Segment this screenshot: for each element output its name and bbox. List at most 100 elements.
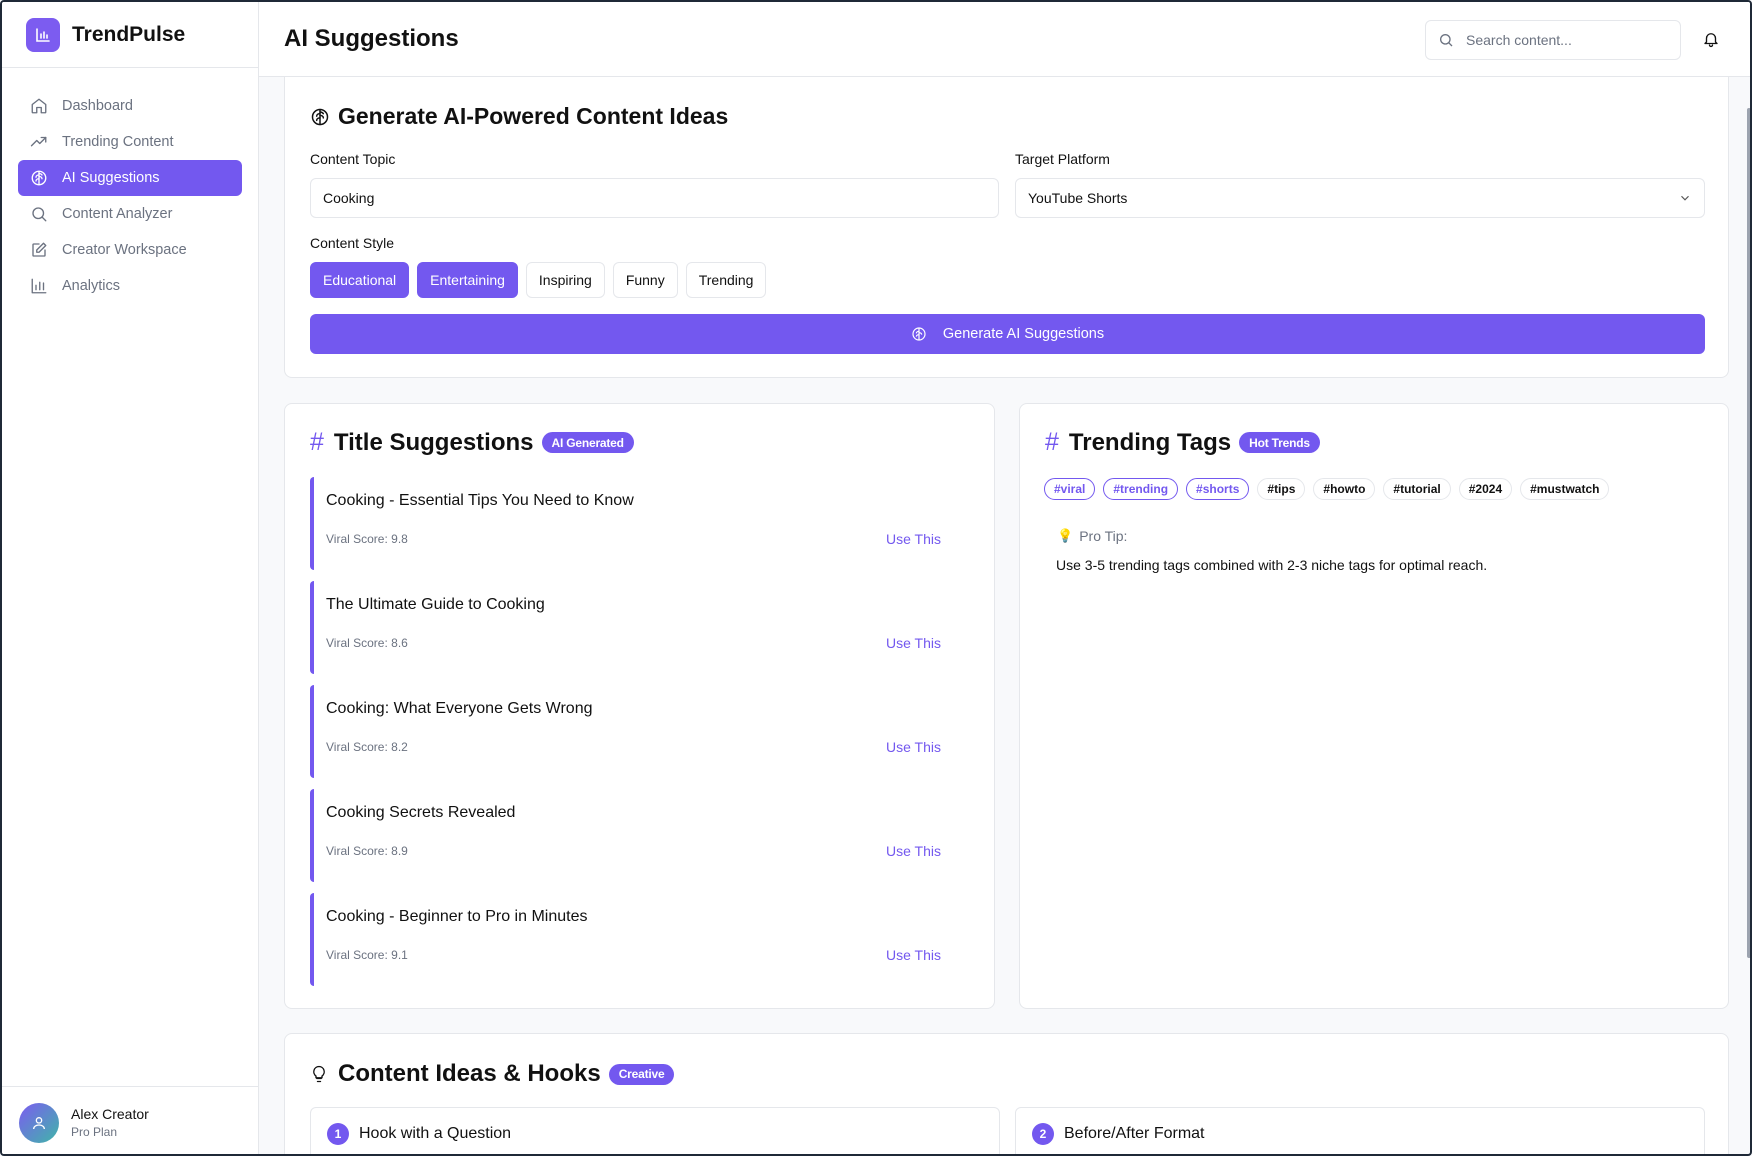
list-item: Cooking - Beginner to Pro in Minutes Vir… [310,893,950,986]
style-funny-button[interactable]: Funny [612,262,678,298]
tag-tutorial[interactable]: #tutorial [1383,478,1451,500]
idea-card[interactable]: 2 Before/After Format [1015,1107,1705,1154]
title-suggestions-heading: # Title Suggestions AI Generated [310,428,634,457]
list-item: Cooking - Essential Tips You Need to Kno… [310,477,950,570]
title-suggestions-heading-text: Title Suggestions [333,428,534,456]
viral-score: Viral Score: 8.6 [326,636,408,650]
sidebar-item-label: Dashboard [62,98,133,114]
tag-shorts[interactable]: #shorts [1186,478,1250,500]
scrollbar-thumb[interactable] [1747,108,1750,958]
style-entertaining-button[interactable]: Entertaining [417,262,518,298]
topic-input[interactable]: Cooking [310,178,999,218]
tag-list: #viral #trending #shorts #tips #howto #t… [1044,478,1617,500]
platform-value: YouTube Shorts [1028,190,1128,206]
tag-trending[interactable]: #trending [1103,478,1179,500]
tag-tips[interactable]: #tips [1257,478,1306,500]
search-box[interactable] [1425,20,1681,60]
tag-mustwatch[interactable]: #mustwatch [1520,478,1610,500]
lightbulb-icon: 💡 [1057,528,1074,543]
search-icon [32,207,47,222]
trending-up-icon [30,136,47,147]
topic-label: Content Topic [310,151,396,167]
sidebar-item-dashboard[interactable]: Dashboard [18,88,242,124]
hot-trends-badge: Hot Trends [1239,432,1320,453]
use-this-button[interactable]: Use This [886,739,941,755]
viral-score: Viral Score: 8.9 [326,844,408,858]
idea-number: 1 [327,1123,349,1145]
generate-suggestions-button[interactable]: Generate AI Suggestions [310,314,1705,354]
content-ideas-heading-text: Content Ideas & Hooks [338,1060,601,1087]
search-input[interactable] [1466,32,1666,48]
idea-card[interactable]: 1 Hook with a Question [310,1107,1000,1154]
list-item: Cooking Secrets Revealed Viral Score: 8.… [310,789,950,882]
suggested-title: Cooking: What Everyone Gets Wrong [326,700,593,717]
bell-icon [1704,33,1718,48]
use-this-button[interactable]: Use This [886,843,941,859]
tag-viral[interactable]: #viral [1044,478,1096,500]
trending-tags-card: # Trending Tags Hot Trends #viral #trend… [1019,403,1729,1009]
user-name: Alex Creator [71,1106,149,1122]
suggested-title: Cooking - Essential Tips You Need to Kno… [326,492,634,509]
content-ideas-card: Content Ideas & Hooks Creative 1 Hook wi… [284,1033,1729,1154]
suggested-title: The Ultimate Guide to Cooking [326,596,545,613]
ai-generated-badge: AI Generated [541,432,634,453]
bar-chart-icon [31,278,47,294]
app-window: TrendPulse Dashboard Trending Content AI… [0,0,1752,1156]
use-this-button[interactable]: Use This [886,635,941,651]
list-item: Cooking: What Everyone Gets Wrong Viral … [310,685,950,778]
viral-score: Viral Score: 9.8 [326,532,408,546]
title-suggestions-card: # Title Suggestions AI Generated Cooking… [284,403,995,1009]
tag-howto[interactable]: #howto [1313,478,1376,500]
trending-tags-heading: # Trending Tags Hot Trends [1045,428,1320,457]
sidebar-item-label: Creator Workspace [62,242,187,258]
sidebar-item-label: Content Analyzer [62,206,173,222]
sidebar-item-content-analyzer[interactable]: Content Analyzer [18,196,242,232]
sidebar-item-label: Trending Content [62,134,174,150]
list-item: The Ultimate Guide to Cooking Viral Scor… [310,581,950,674]
trending-tags-heading-text: Trending Tags [1068,428,1232,456]
sidebar-item-creator-workspace[interactable]: Creator Workspace [18,232,242,268]
pro-tip-label: 💡 Pro Tip: [1057,528,1127,544]
brand: TrendPulse [2,2,258,68]
hash-icon: # [1045,428,1059,456]
topic-value: Cooking [323,190,375,206]
suggested-title: Cooking Secrets Revealed [326,804,516,821]
brand-name: TrendPulse [72,22,186,46]
sidebar-item-label: AI Suggestions [62,170,160,186]
brain-icon [311,108,329,125]
user-profile[interactable]: Alex Creator Pro Plan [2,1086,258,1154]
sidebar-item-ai-suggestions[interactable]: AI Suggestions [18,160,242,196]
pro-tip-label-text: Pro Tip: [1079,528,1128,544]
generator-card: Generate AI-Powered Content Ideas Conten… [284,77,1729,378]
use-this-button[interactable]: Use This [886,531,941,547]
style-inspiring-button[interactable]: Inspiring [525,262,605,298]
chevron-down-icon [1678,191,1692,208]
idea-number: 2 [1032,1123,1054,1145]
style-options: Educational Entertaining Inspiring Funny… [310,262,774,298]
top-header: AI Suggestions [259,2,1750,77]
suggested-title: Cooking - Beginner to Pro in Minutes [326,908,588,925]
page-title: AI Suggestions [284,25,459,52]
platform-label: Target Platform [1015,151,1110,167]
idea-title: Before/After Format [1064,1125,1205,1142]
viral-score: Viral Score: 9.1 [326,948,408,962]
style-trending-button[interactable]: Trending [685,262,767,298]
notification-bell[interactable] [1702,30,1720,53]
generator-title: Generate AI-Powered Content Ideas [310,103,728,130]
brain-icon [31,170,47,186]
brain-icon [912,327,926,341]
platform-select[interactable]: YouTube Shorts [1015,178,1705,218]
scrollbar[interactable] [1747,78,1750,1154]
lightbulb-icon [313,1065,325,1083]
hash-icon: # [310,428,324,456]
style-educational-button[interactable]: Educational [310,262,410,298]
viral-score: Viral Score: 8.2 [326,740,408,754]
sidebar: TrendPulse Dashboard Trending Content AI… [2,2,259,1154]
use-this-button[interactable]: Use This [886,947,941,963]
sidebar-item-trending-content[interactable]: Trending Content [18,124,242,160]
user-icon [33,1116,45,1129]
tag-2024[interactable]: #2024 [1458,478,1513,500]
style-label: Content Style [310,235,395,251]
sidebar-item-analytics[interactable]: Analytics [18,268,242,304]
user-plan: Pro Plan [71,1125,118,1139]
